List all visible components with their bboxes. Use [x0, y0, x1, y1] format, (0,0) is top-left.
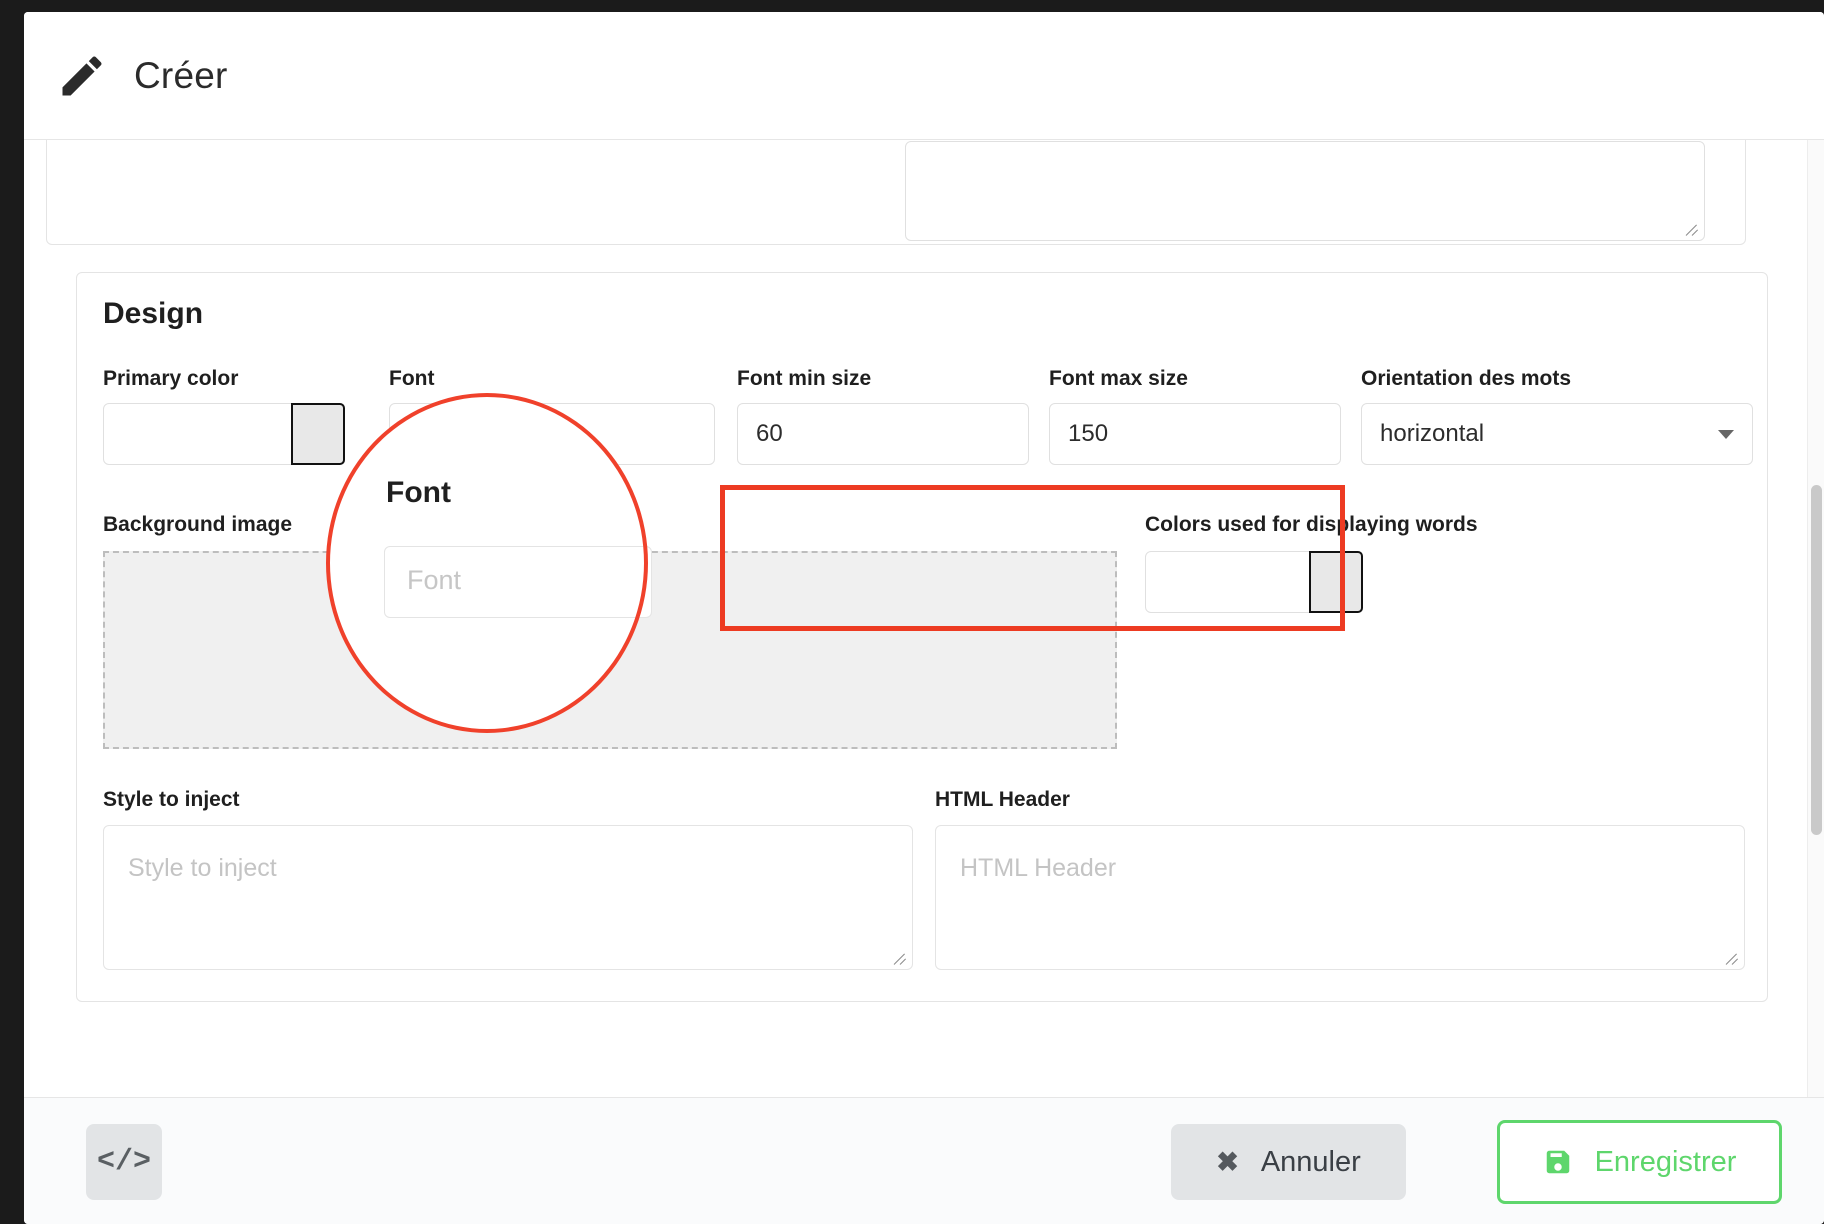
save-button-label: Enregistrer: [1595, 1146, 1737, 1179]
resize-grip-icon: [1685, 222, 1701, 238]
annotation-font-input[interactable]: Font: [384, 546, 652, 618]
code-view-button[interactable]: </>: [86, 1124, 162, 1200]
annotation-font-label: Font: [386, 476, 451, 510]
font-min-size-input[interactable]: [737, 403, 1029, 465]
app-root: Créer Design Primary color Font: [0, 0, 1824, 1224]
create-modal: Créer Design Primary color Font: [24, 12, 1824, 1224]
resize-grip-icon: [1725, 951, 1741, 967]
html-header-placeholder: HTML Header: [960, 854, 1116, 883]
design-card: Design Primary color Font Font min size …: [76, 272, 1768, 1002]
orientation-selected-value: horizontal: [1380, 420, 1718, 448]
style-to-inject-label: Style to inject: [103, 788, 240, 812]
code-icon: </>: [97, 1145, 151, 1179]
scrollbar-thumb[interactable]: [1811, 485, 1822, 835]
modal-footer: </> ✖ Annuler Enregistrer: [24, 1097, 1824, 1224]
colors-used-swatch[interactable]: [1309, 551, 1363, 613]
primary-color-swatch[interactable]: [291, 403, 345, 465]
background-image-label: Background image: [103, 513, 292, 537]
pencil-icon: [56, 50, 108, 102]
previous-textarea[interactable]: [905, 141, 1705, 241]
font-max-size-label: Font max size: [1049, 367, 1188, 391]
font-max-size-input[interactable]: [1049, 403, 1341, 465]
modal-body: Design Primary color Font Font min size …: [24, 140, 1824, 1097]
cancel-button-label: Annuler: [1261, 1146, 1361, 1179]
floppy-disk-icon: [1543, 1147, 1573, 1177]
primary-color-picker[interactable]: [103, 403, 345, 465]
cancel-button[interactable]: ✖ Annuler: [1171, 1124, 1406, 1200]
colors-used-label: Colors used for displaying words: [1145, 513, 1478, 537]
font-min-size-label: Font min size: [737, 367, 871, 391]
save-button[interactable]: Enregistrer: [1497, 1120, 1782, 1204]
previous-section-card: [46, 140, 1746, 245]
font-label: Font: [389, 367, 434, 391]
html-header-label: HTML Header: [935, 788, 1070, 812]
design-section-title: Design: [103, 297, 203, 331]
colors-used-picker[interactable]: [1145, 551, 1363, 613]
chevron-down-icon: [1718, 430, 1734, 439]
primary-color-input[interactable]: [103, 403, 292, 465]
annotation-font-placeholder: Font: [407, 565, 461, 596]
style-to-inject-placeholder: Style to inject: [128, 854, 277, 883]
close-icon: ✖: [1216, 1147, 1239, 1178]
html-header-textarea[interactable]: HTML Header: [935, 825, 1745, 970]
orientation-label: Orientation des mots: [1361, 367, 1571, 391]
style-to-inject-textarea[interactable]: Style to inject: [103, 825, 913, 970]
colors-used-input[interactable]: [1145, 551, 1310, 613]
page-title: Créer: [134, 55, 228, 97]
modal-header: Créer: [24, 12, 1824, 140]
primary-color-label: Primary color: [103, 367, 238, 391]
orientation-select[interactable]: horizontal: [1361, 403, 1753, 465]
resize-grip-icon: [893, 951, 909, 967]
vertical-scrollbar[interactable]: [1807, 140, 1824, 1097]
